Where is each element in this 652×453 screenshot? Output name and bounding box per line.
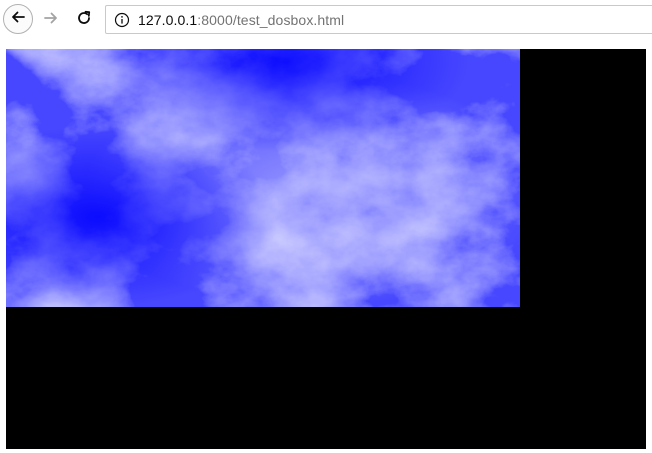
url-text[interactable]: 127.0.0.1:8000/test_dosbox.html	[138, 12, 344, 28]
url-path: :8000/test_dosbox.html	[197, 11, 345, 28]
info-icon[interactable]	[114, 12, 130, 28]
dosbox-viewport[interactable]	[6, 49, 646, 449]
url-host: 127.0.0.1	[138, 11, 198, 28]
forward-button[interactable]	[39, 8, 63, 32]
back-arrow-icon	[10, 9, 26, 30]
reload-button[interactable]	[72, 8, 96, 32]
reload-icon	[76, 10, 92, 31]
sky-image	[6, 49, 520, 307]
forward-arrow-icon	[43, 10, 59, 31]
back-button[interactable]	[3, 4, 33, 34]
browser-toolbar: 127.0.0.1:8000/test_dosbox.html	[0, 0, 652, 40]
url-bar[interactable]: 127.0.0.1:8000/test_dosbox.html	[105, 5, 652, 34]
cloud-render	[6, 49, 520, 307]
